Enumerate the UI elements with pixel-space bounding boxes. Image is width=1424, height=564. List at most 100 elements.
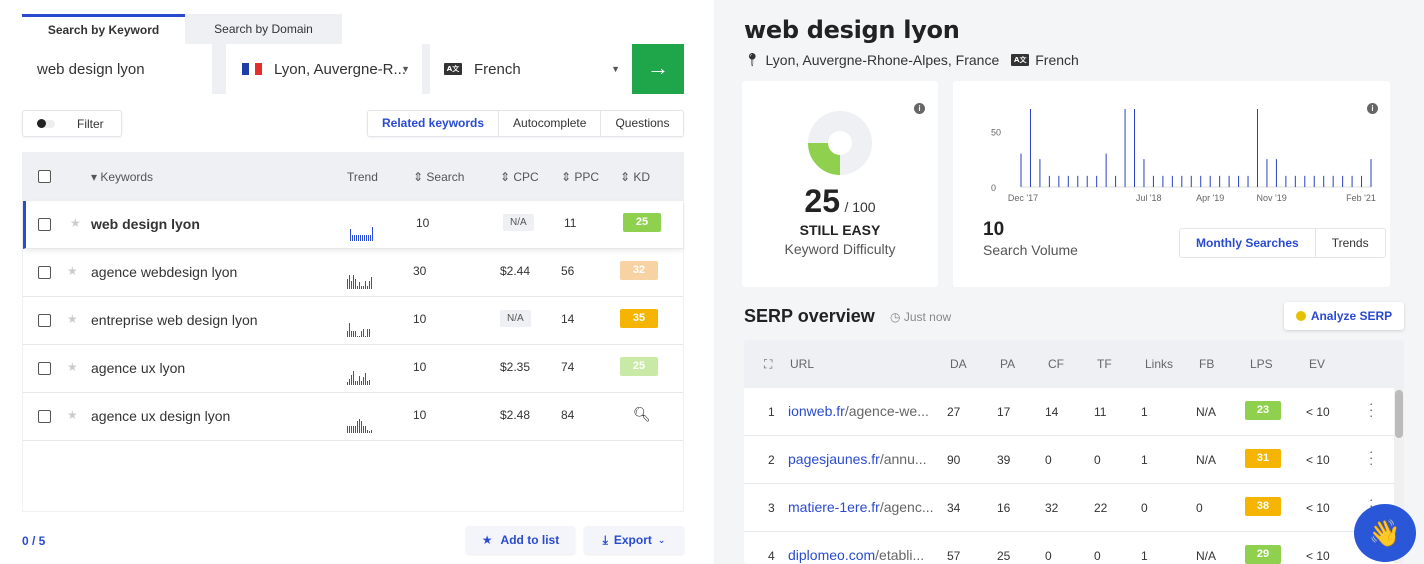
more-options-icon[interactable]: ··· xyxy=(1369,397,1373,422)
table-row[interactable]: ★ agence ux lyon 10 $2.35 74 25 xyxy=(23,345,683,393)
monthly-search-chart: 0 50 Dec '17 Jul '18 Apr '19 Nov '19 Feb '21 xyxy=(991,109,1376,203)
trend-sparkline xyxy=(347,371,370,385)
cpc-value: $2.44 xyxy=(500,264,531,278)
serp-row[interactable]: 3 matiere-1ere.fr/agenc... 34 16 32 22 0… xyxy=(744,484,1404,532)
sort-keywords-header[interactable]: ▾ Keywords xyxy=(91,170,153,184)
search-icon[interactable]: 🔍︎ xyxy=(633,406,651,423)
row-checkbox[interactable] xyxy=(38,410,51,423)
row-checkbox[interactable] xyxy=(38,218,51,231)
sort-search-header[interactable]: ⇕ Search xyxy=(413,170,464,184)
sort-cpc-header[interactable]: ⇕ CPC xyxy=(500,170,539,184)
location-select[interactable]: Lyon, Auvergne-R... ▼ xyxy=(226,44,422,94)
select-all-checkbox[interactable] xyxy=(38,170,51,183)
ev-value: < 10 xyxy=(1306,501,1330,515)
analyze-serp-button[interactable]: Analyze SERP xyxy=(1284,302,1404,330)
keyword-panel: Search by Keyword Search by Domain Lyon,… xyxy=(0,0,714,564)
serp-url-link[interactable]: diplomeo.com/etabli... xyxy=(788,547,924,563)
sparkline-bar xyxy=(365,373,366,385)
ev-value: < 10 xyxy=(1306,549,1330,563)
overview-panel: web design lyon 📍︎ Lyon, Auvergne-Rhone-… xyxy=(714,0,1424,564)
serp-row[interactable]: 4 diplomeo.com/etabli... 57 25 0 0 1 N/A… xyxy=(744,532,1404,564)
sort-kd-header[interactable]: ⇕ KD xyxy=(620,170,650,184)
chat-widget-button[interactable]: 👋 xyxy=(1354,504,1416,562)
tab-questions[interactable]: Questions xyxy=(600,111,684,136)
keyword-source-tabs: Related keywords Autocomplete Questions xyxy=(367,110,685,137)
sparkline-bar xyxy=(358,235,359,241)
donut-fill xyxy=(808,142,841,175)
keyword-input[interactable] xyxy=(22,44,212,94)
row-checkbox[interactable] xyxy=(38,266,51,279)
links-header: Links xyxy=(1145,357,1174,371)
search-go-button[interactable]: → xyxy=(632,44,684,94)
serp-row[interactable]: 2 pagesjaunes.fr/annu... 90 39 0 0 1 N/A… xyxy=(744,436,1404,484)
sparkline-bar xyxy=(365,426,366,433)
tab-trends[interactable]: Trends xyxy=(1314,229,1385,257)
more-options-icon[interactable]: ··· xyxy=(1369,445,1373,470)
pa-value: 25 xyxy=(997,549,1011,563)
tab-related-keywords[interactable]: Related keywords xyxy=(368,111,499,136)
fb-value: N/A xyxy=(1196,453,1217,467)
expand-icon[interactable]: ⛶ xyxy=(764,357,772,372)
toggle-switch-icon[interactable] xyxy=(37,118,55,128)
tab-monthly-searches[interactable]: Monthly Searches xyxy=(1180,229,1315,257)
url-header: URL xyxy=(790,357,815,371)
export-button[interactable]: ⤓ Export ⌄ xyxy=(584,526,684,554)
info-icon[interactable]: i xyxy=(914,103,925,114)
chevron-down-icon: ⌄ xyxy=(657,534,666,545)
location-value: Lyon, Auvergne-R... xyxy=(274,60,407,78)
table-row[interactable]: ★ web design lyon 10 N/A 11 25 xyxy=(23,201,683,249)
scrollbar-thumb[interactable] xyxy=(1395,390,1403,438)
keyword-name: agence ux design lyon xyxy=(91,408,231,424)
sparkline-bar xyxy=(367,381,368,385)
keyword-name: entreprise web design lyon xyxy=(91,312,258,328)
star-icon[interactable]: ★ xyxy=(67,264,78,278)
trend-header: Trend xyxy=(347,170,378,184)
sparkline-bar xyxy=(368,235,369,241)
star-icon[interactable]: ★ xyxy=(67,360,78,374)
rank: 1 xyxy=(768,405,775,419)
sparkline-bar xyxy=(356,235,357,241)
sparkline-bar xyxy=(361,331,362,337)
star-icon[interactable]: ★ xyxy=(67,408,78,422)
kd-badge: 32 xyxy=(620,261,658,280)
table-row[interactable]: ★ agence webdesign lyon 30 $2.44 56 32 xyxy=(23,249,683,297)
download-icon: ⤓ xyxy=(602,532,608,547)
serp-url-link[interactable]: matiere-1ere.fr/agenc... xyxy=(788,499,934,515)
y-tick-label: 0 xyxy=(991,183,996,193)
add-to-list-button[interactable]: ★ Add to list xyxy=(466,526,575,554)
sort-ppc-header[interactable]: ⇕ PPC xyxy=(561,170,599,184)
sparkline-bar xyxy=(352,235,353,241)
keyword-difficulty-card: i 25 / 100 STILL EASY Keyword Difficulty xyxy=(742,81,938,287)
search-volume-value: 10 xyxy=(983,219,1005,240)
row-checkbox[interactable] xyxy=(38,362,51,375)
tab-search-by-domain[interactable]: Search by Domain xyxy=(185,14,342,44)
sparkline-bar xyxy=(351,375,352,385)
rank: 4 xyxy=(768,549,775,563)
sparkline-bar xyxy=(353,371,354,385)
row-checkbox[interactable] xyxy=(38,314,51,327)
table-row[interactable]: ★ agence ux design lyon 10 $2.48 84 🔍︎ xyxy=(23,393,683,441)
serp-row[interactable]: 1 ionweb.fr/agence-we... 27 17 14 11 1 N… xyxy=(744,388,1404,436)
star-icon[interactable]: ★ xyxy=(70,216,81,230)
ev-header: EV xyxy=(1309,357,1326,371)
sparkline-bar xyxy=(357,421,358,433)
tab-search-by-keyword[interactable]: Search by Keyword xyxy=(22,14,185,44)
table-header: ▾ Keywords Trend ⇕ Search ⇕ CPC ⇕ PPC ⇕ … xyxy=(23,153,683,201)
ppc-value: 74 xyxy=(561,360,575,374)
sparkline-bar xyxy=(357,381,358,385)
sparkline-bar xyxy=(347,426,348,433)
sparkline-bar xyxy=(366,235,367,241)
search-volume-card: i 0 50 Dec '17 Jul '18 Apr '19 Nov '19 Feb '21… xyxy=(953,81,1390,287)
serp-url-link[interactable]: pagesjaunes.fr/annu... xyxy=(788,451,927,467)
language-select[interactable]: A文 French ▼ xyxy=(430,44,632,94)
sparkline-bar xyxy=(367,329,368,337)
serp-url-link[interactable]: ionweb.fr/agence-we... xyxy=(788,403,929,419)
tab-autocomplete[interactable]: Autocomplete xyxy=(498,111,601,136)
filter-toggle[interactable]: Filter xyxy=(22,110,122,137)
links-value: 1 xyxy=(1141,453,1148,467)
kd-badge: 25 xyxy=(623,213,661,232)
difficulty-label: Keyword Difficulty xyxy=(784,241,896,257)
table-row[interactable]: ★ entreprise web design lyon 10 N/A 14 3… xyxy=(23,297,683,345)
star-icon[interactable]: ★ xyxy=(67,312,78,326)
difficulty-score: 25 / 100 xyxy=(804,183,876,219)
